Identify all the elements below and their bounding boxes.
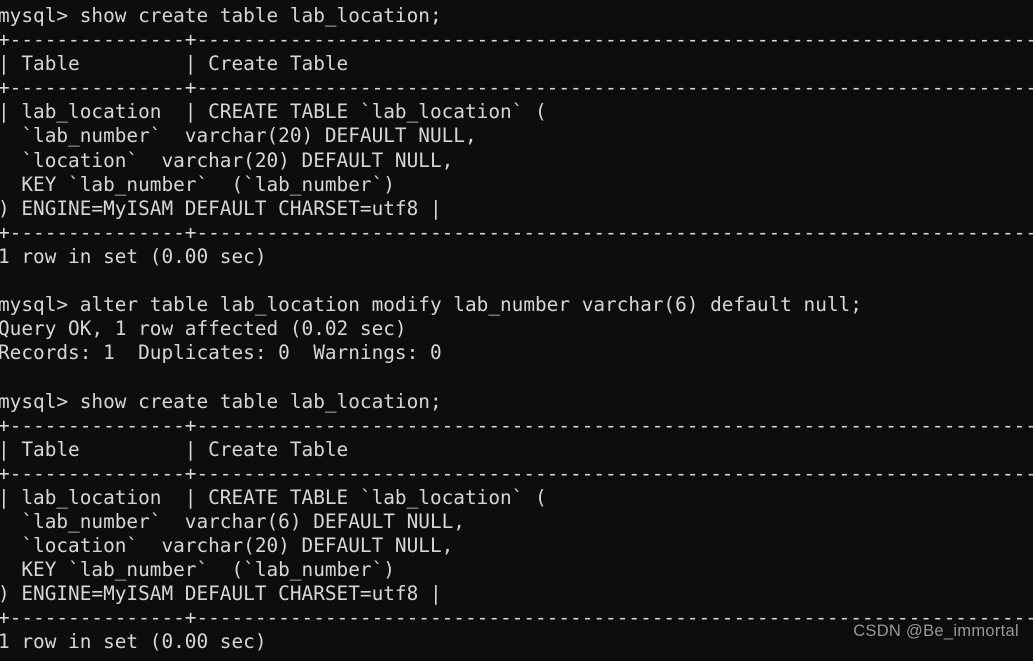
terminal-line: +---------------+-----------------------…: [0, 76, 1033, 100]
watermark: CSDN @Be_immortal: [853, 622, 1019, 640]
terminal-line: mysql> show create table lab_location;: [0, 4, 442, 27]
terminal-line: 1 row in set (0.00 sec): [0, 244, 267, 268]
terminal-line: KEY `lab_number` (`lab_number`): [0, 172, 395, 196]
terminal-line: mysql> show create table lab_location;: [0, 389, 442, 413]
terminal-line: `lab_number` varchar(20) DEFAULT NULL,: [0, 124, 477, 148]
terminal-line: `location` varchar(20) DEFAULT NULL,: [0, 148, 454, 172]
terminal-line: KEY `lab_number` (`lab_number`): [0, 558, 395, 582]
terminal-line: +---------------+-----------------------…: [0, 413, 1033, 437]
terminal-output[interactable]: mysql> show create table lab_location; +-…: [0, 4, 1033, 655]
terminal-window[interactable]: mysql> show create table lab_location; +-…: [0, 0, 1033, 661]
terminal-line: +---------------+-----------------------…: [0, 461, 1033, 485]
terminal-line: `lab_number` varchar(6) DEFAULT NULL,: [0, 509, 465, 533]
terminal-line: | lab_location | CREATE TABLE `lab_locat…: [0, 485, 547, 509]
terminal-line: mysql> alter table lab_location modify l…: [0, 293, 862, 317]
terminal-line: `location` varchar(20) DEFAULT NULL,: [0, 534, 454, 558]
terminal-line: +---------------+-----------------------…: [0, 28, 1033, 52]
terminal-line: ) ENGINE=MyISAM DEFAULT CHARSET=utf8 |: [0, 582, 442, 606]
terminal-line: | lab_location | CREATE TABLE `lab_locat…: [0, 100, 547, 124]
terminal-line: | Table | Create Table: [0, 52, 349, 76]
terminal-line: ) ENGINE=MyISAM DEFAULT CHARSET=utf8 |: [0, 196, 442, 220]
terminal-line: | Table | Create Table: [0, 437, 349, 461]
terminal-line: Records: 1 Duplicates: 0 Warnings: 0: [0, 341, 442, 365]
terminal-line: Query OK, 1 row affected (0.02 sec): [0, 317, 407, 341]
terminal-line: +---------------+-----------------------…: [0, 220, 1033, 244]
